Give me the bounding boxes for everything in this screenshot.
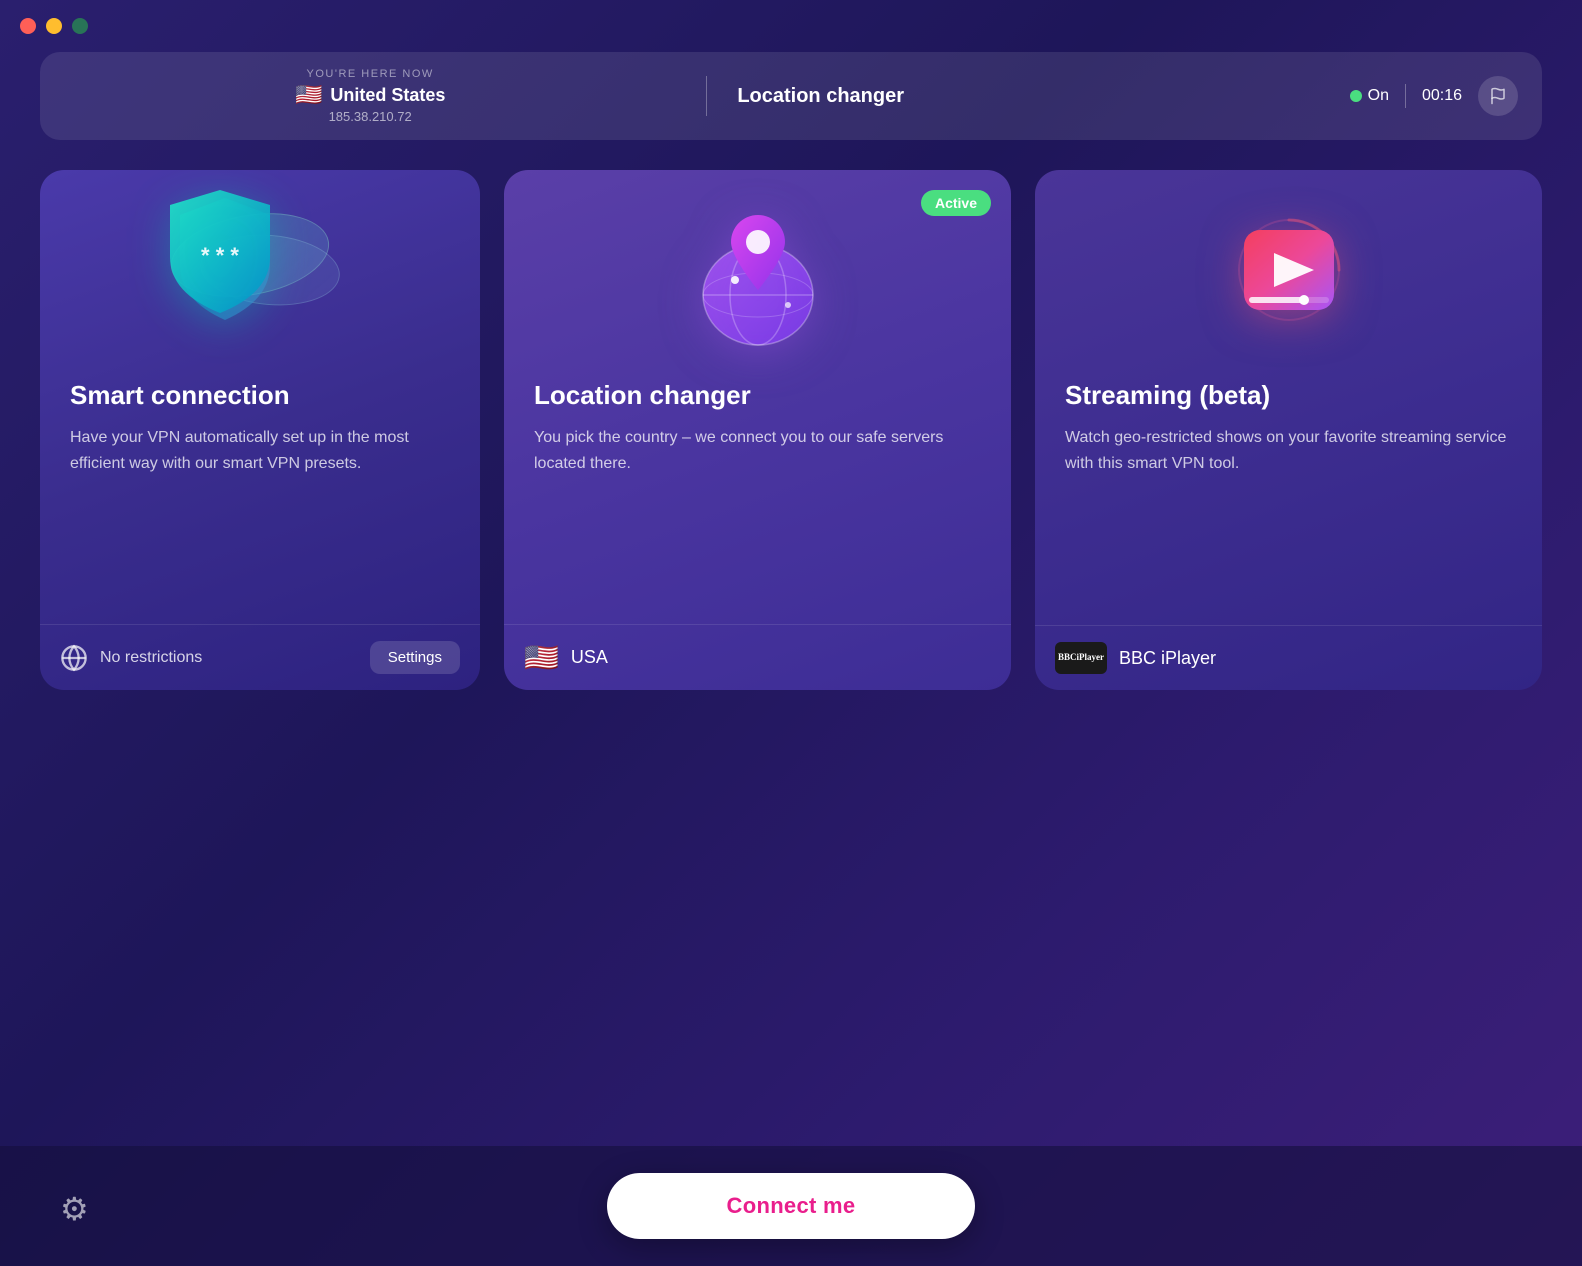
smart-connection-card[interactable]: * * * Smart connection Have your VPN aut… [40, 170, 480, 690]
minimize-button[interactable] [46, 18, 62, 34]
location-country-name: USA [571, 647, 608, 668]
location-globe-icon [693, 200, 823, 350]
streaming-play-icon [1229, 215, 1349, 335]
streaming-card[interactable]: Streaming (beta) Watch geo-restricted sh… [1035, 170, 1542, 690]
cards-container: * * * Smart connection Have your VPN aut… [0, 170, 1582, 690]
active-badge: Active [921, 190, 991, 216]
smart-card-footer: No restrictions Settings [40, 624, 480, 690]
country-flag-icon: 🇺🇸 [295, 82, 322, 108]
bottom-bar: ⚙ Connect me [0, 1146, 1582, 1266]
streaming-card-desc: Watch geo-restricted shows on your favor… [1065, 425, 1512, 476]
location-block: YOU'RE HERE NOW 🇺🇸 United States 185.38.… [64, 68, 676, 124]
status-on-label: On [1368, 87, 1389, 105]
bbc-logo: BBC iPlayer [1055, 642, 1107, 674]
location-card-content: Location changer You pick the country – … [504, 370, 1011, 624]
status-bar-divider [1405, 84, 1406, 108]
globe-icon-container [688, 195, 828, 355]
globe-icon [60, 644, 88, 672]
location-changer-card[interactable]: Active [504, 170, 1011, 690]
status-feature: Location changer [737, 85, 1349, 108]
shield-icon: * * * [160, 185, 280, 325]
smart-icon-area: * * * [40, 170, 480, 370]
status-on-indicator: On [1350, 87, 1389, 105]
status-timer: 00:16 [1422, 87, 1462, 105]
smart-card-content: Smart connection Have your VPN automatic… [40, 370, 480, 624]
close-button[interactable] [20, 18, 36, 34]
status-right: On 00:16 [1350, 76, 1518, 116]
titlebar [0, 0, 1582, 52]
streaming-card-title: Streaming (beta) [1065, 380, 1512, 411]
gear-icon[interactable]: ⚙ [60, 1190, 89, 1228]
country-ip: 185.38.210.72 [329, 109, 412, 124]
maximize-button[interactable] [72, 18, 88, 34]
status-bar: YOU'RE HERE NOW 🇺🇸 United States 185.38.… [40, 52, 1542, 140]
country-name: United States [330, 85, 445, 106]
location-country-flag: 🇺🇸 [524, 641, 559, 674]
svg-text:* * *: * * * [201, 243, 239, 268]
streaming-card-content: Streaming (beta) Watch geo-restricted sh… [1035, 370, 1542, 625]
smart-card-desc: Have your VPN automatically set up in th… [70, 425, 450, 476]
status-dot [1350, 90, 1362, 102]
streaming-service-name: BBC iPlayer [1119, 648, 1216, 669]
no-restrictions-label: No restrictions [100, 649, 202, 667]
status-divider [706, 76, 707, 116]
settings-button[interactable]: Settings [370, 641, 460, 674]
streaming-icon-container [1219, 195, 1359, 355]
streaming-icon-area [1035, 170, 1542, 370]
smart-card-title: Smart connection [70, 380, 450, 411]
location-card-title: Location changer [534, 380, 981, 411]
location-card-desc: You pick the country – we connect you to… [534, 425, 981, 476]
connect-button[interactable]: Connect me [607, 1173, 976, 1239]
status-label: YOU'RE HERE NOW [307, 68, 434, 80]
location-card-footer[interactable]: 🇺🇸 USA [504, 624, 1011, 690]
status-country: 🇺🇸 United States [295, 82, 445, 108]
flag-button[interactable] [1478, 76, 1518, 116]
shield-icon-container: * * * [160, 185, 360, 365]
streaming-card-footer[interactable]: BBC iPlayer BBC iPlayer [1035, 625, 1542, 690]
